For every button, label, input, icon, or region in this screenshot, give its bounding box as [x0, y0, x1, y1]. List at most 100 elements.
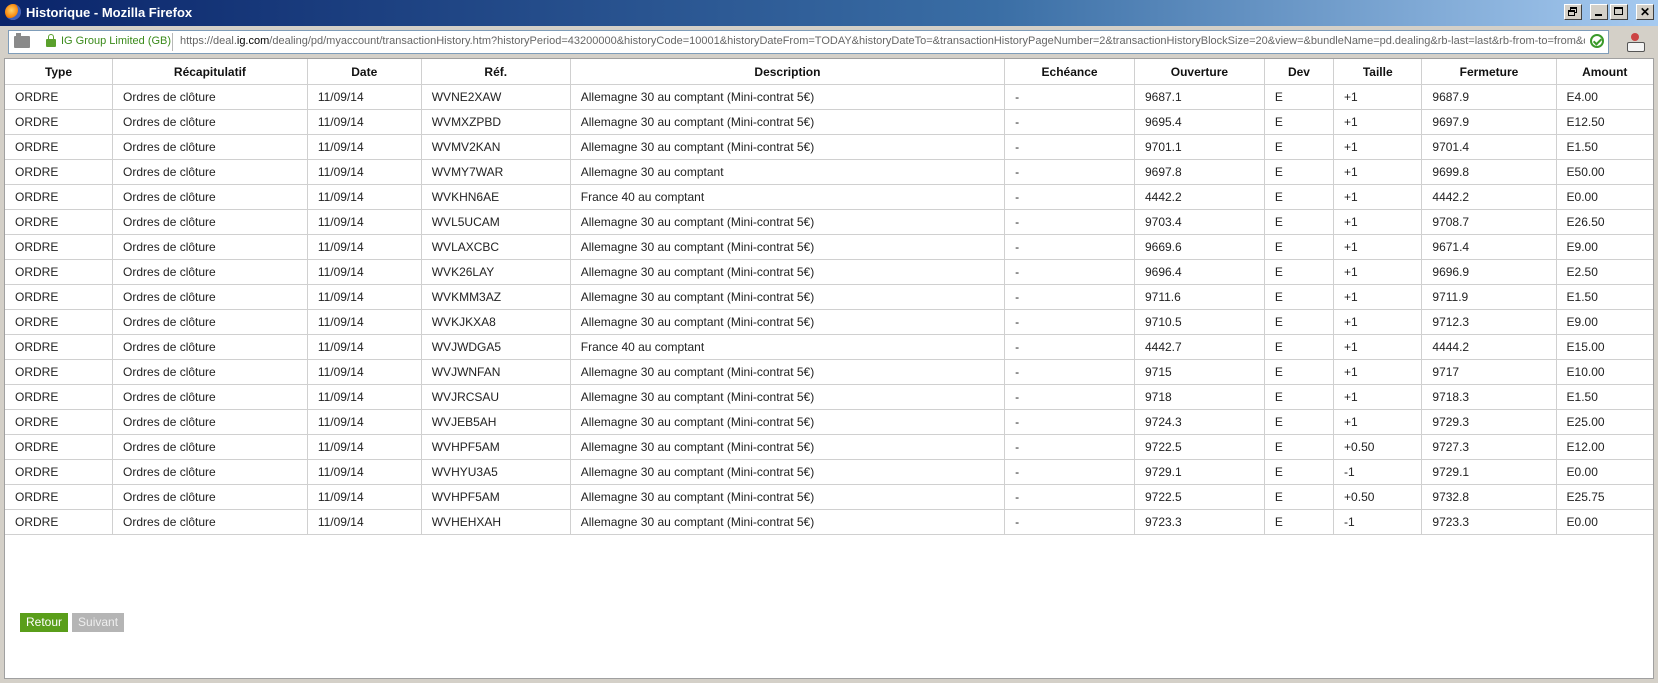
table-cell: WVKJKXA8	[420, 309, 571, 335]
table-row: ORDRE Ordres de clôture 11/09/14 WVJEB5AH Al…	[5, 409, 1653, 435]
table-row: ORDRE Ordres de clôture 11/09/14 WVHYU3A5 Al…	[5, 459, 1653, 485]
table-cell: E1.50	[1555, 284, 1653, 310]
table-cell: 11/09/14	[306, 334, 422, 360]
table-cell: Ordres de clôture	[112, 359, 308, 385]
table-cell: Ordres de clôture	[112, 384, 308, 410]
maximize-button[interactable]	[1610, 4, 1628, 20]
url-field[interactable]: IG Group Limited (GB) https://deal.ig.co…	[8, 30, 1609, 54]
table-cell: WVMV2KAN	[420, 134, 571, 160]
table-cell: Allemagne 30 au comptant	[569, 159, 1006, 185]
table-cell: 9718.3	[1421, 384, 1557, 410]
table-cell: WVLAXCBC	[420, 234, 571, 260]
table-cell: E2.50	[1555, 259, 1653, 285]
table-cell: +0.50	[1333, 484, 1423, 510]
next-button[interactable]: Suivant	[72, 613, 125, 632]
table-cell: -	[1004, 409, 1135, 435]
table-cell: +1	[1333, 284, 1423, 310]
table-cell: WVL5UCAM	[420, 209, 571, 235]
table-cell: +0.50	[1333, 434, 1423, 460]
table-cell: Ordres de clôture	[112, 459, 308, 485]
table-cell: ORDRE	[5, 109, 114, 135]
column-header: Amount	[1555, 59, 1653, 85]
column-header: Fermeture	[1421, 59, 1557, 85]
table-cell: E	[1263, 484, 1335, 510]
page-icon	[14, 33, 30, 48]
table-cell: 4442.7	[1133, 334, 1265, 360]
table-cell: E	[1263, 284, 1335, 310]
table-cell: 11/09/14	[306, 484, 422, 510]
table-cell: Allemagne 30 au comptant (Mini-contrat 5…	[569, 134, 1006, 160]
minimize-icon	[1595, 14, 1602, 16]
table-cell: E0.00	[1555, 459, 1653, 485]
table-cell: E25.00	[1555, 409, 1653, 435]
table-cell: ORDRE	[5, 259, 114, 285]
table-cell: +1	[1333, 334, 1423, 360]
table-cell: E	[1263, 184, 1335, 210]
user-profile-icon[interactable]	[1626, 33, 1645, 52]
table-cell: E1.50	[1555, 384, 1653, 410]
restore-icon[interactable]	[1564, 4, 1582, 20]
window-titlebar[interactable]: Historique - Mozilla Firefox ✕	[0, 0, 1658, 26]
table-cell: E26.50	[1555, 209, 1653, 235]
table-cell: E9.00	[1555, 309, 1653, 335]
table-cell: 9671.4	[1421, 234, 1557, 260]
table-cell: +1	[1333, 109, 1423, 135]
table-cell: 9723.3	[1133, 509, 1265, 535]
window-controls: ✕	[1564, 4, 1654, 20]
table-cell: Allemagne 30 au comptant (Mini-contrat 5…	[569, 509, 1006, 535]
close-icon: ✕	[1640, 5, 1651, 19]
table-cell: -	[1004, 234, 1135, 260]
table-cell: E	[1263, 459, 1335, 485]
table-cell: 9712.3	[1421, 309, 1557, 335]
table-cell: 11/09/14	[306, 209, 422, 235]
minimize-button[interactable]	[1590, 4, 1608, 20]
table-cell: -	[1004, 384, 1135, 410]
table-cell: 9722.5	[1133, 434, 1265, 460]
close-button[interactable]: ✕	[1636, 4, 1654, 20]
table-cell: Ordres de clôture	[112, 509, 308, 535]
table-row: ORDRE Ordres de clôture 11/09/14 WVHEHXAH Al…	[5, 509, 1653, 535]
url-text[interactable]: https://deal.ig.com/dealing/pd/myaccount…	[180, 35, 1585, 47]
table-cell: ORDRE	[5, 459, 114, 485]
table-cell: 11/09/14	[306, 109, 422, 135]
table-cell: ORDRE	[5, 509, 114, 535]
table-cell: 9711.6	[1133, 284, 1265, 310]
table-cell: 11/09/14	[306, 434, 422, 460]
table-cell: E	[1263, 334, 1335, 360]
table-cell: E	[1263, 509, 1335, 535]
column-header: Echéance	[1004, 59, 1135, 85]
table-cell: WVHPF5AM	[420, 434, 571, 460]
table-cell: France 40 au comptant	[569, 334, 1006, 360]
table-cell: -	[1004, 284, 1135, 310]
table-cell: E12.00	[1555, 434, 1653, 460]
table-cell: 4442.2	[1421, 184, 1557, 210]
table-cell: 9697.9	[1421, 109, 1557, 135]
table-cell: 9708.7	[1421, 209, 1557, 235]
table-cell: 9710.5	[1133, 309, 1265, 335]
table-cell: 9729.1	[1133, 459, 1265, 485]
table-row: ORDRE Ordres de clôture 11/09/14 WVK26LAY Al…	[5, 259, 1653, 285]
table-row: ORDRE Ordres de clôture 11/09/14 WVKHN6AE Fr…	[5, 184, 1653, 210]
table-cell: 9687.9	[1421, 84, 1557, 110]
table-cell: +1	[1333, 84, 1423, 110]
table-cell: 11/09/14	[306, 384, 422, 410]
table-cell: +1	[1333, 259, 1423, 285]
table-cell: ORDRE	[5, 159, 114, 185]
back-button[interactable]: Retour	[20, 613, 69, 632]
table-cell: 9711.9	[1421, 284, 1557, 310]
table-cell: Ordres de clôture	[112, 234, 308, 260]
table-row: ORDRE Ordres de clôture 11/09/14 WVHPF5AM Al…	[5, 434, 1653, 460]
table-cell: 9696.9	[1421, 259, 1557, 285]
table-cell: -	[1004, 259, 1135, 285]
table-cell: 9669.6	[1133, 234, 1265, 260]
table-cell: -	[1004, 509, 1135, 535]
table-cell: 11/09/14	[306, 284, 422, 310]
table-cell: -	[1004, 134, 1135, 160]
table-row: ORDRE Ordres de clôture 11/09/14 WVJWNFAN Al…	[5, 359, 1653, 385]
table-cell: WVHEHXAH	[420, 509, 571, 535]
table-cell: Ordres de clôture	[112, 159, 308, 185]
site-identity[interactable]: IG Group Limited (GB)	[61, 35, 171, 47]
table-cell: E	[1263, 159, 1335, 185]
table-cell: E15.00	[1555, 334, 1653, 360]
table-cell: +1	[1333, 384, 1423, 410]
